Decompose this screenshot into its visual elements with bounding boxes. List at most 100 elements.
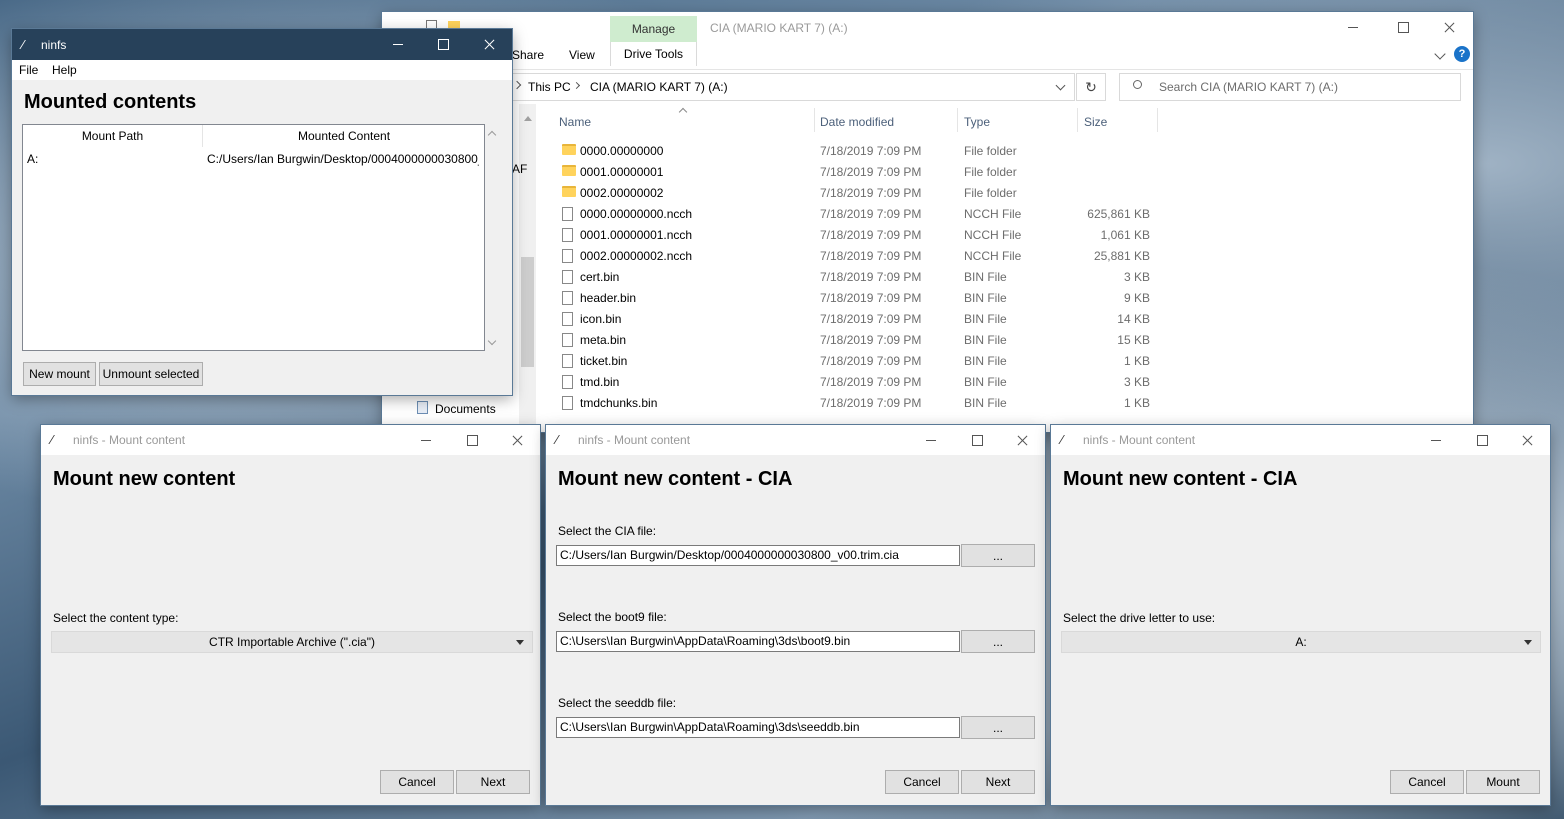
file-row[interactable]: tmdchunks.bin 7/18/2019 7:09 PM BIN File 1 … <box>555 392 1155 413</box>
mount3-title: ninfs - Mount content <box>1083 433 1196 447</box>
ribbon-tab-view[interactable]: View <box>569 48 595 62</box>
feather-icon: ⁄ <box>556 432 559 447</box>
explorer-close-button[interactable] <box>1426 12 1472 42</box>
nav-item-documents[interactable]: Documents <box>435 402 496 416</box>
content-type-select[interactable]: CTR Importable Archive (".cia") <box>51 631 533 653</box>
file-name: tmdchunks.bin <box>580 395 658 410</box>
menu-file[interactable]: File <box>19 63 38 77</box>
ribbon-manage-tab[interactable]: Manage <box>610 16 697 42</box>
ninfs-maximize-button[interactable] <box>420 29 466 60</box>
breadcrumb-this-pc[interactable]: This PC <box>528 80 571 94</box>
explorer-maximize-button[interactable] <box>1380 12 1426 42</box>
file-date: 7/18/2019 7:09 PM <box>820 143 922 158</box>
file-row[interactable]: 0001.00000001.ncch 7/18/2019 7:09 PM NCCH … <box>555 224 1155 245</box>
file-row[interactable]: header.bin 7/18/2019 7:09 PM BIN File 9 KB <box>555 287 1155 308</box>
help-icon[interactable]: ? <box>1454 46 1470 62</box>
column-header-date[interactable]: Date modified <box>820 115 894 129</box>
file-icon <box>562 396 573 410</box>
mount-row-path[interactable]: A: <box>27 152 38 166</box>
drive-letter-value: A: <box>1295 635 1307 649</box>
file-type: BIN File <box>964 269 1007 284</box>
file-row[interactable]: 0002.00000002.ncch 7/18/2019 7:09 PM NCCH … <box>555 245 1155 266</box>
mount1-next-button[interactable]: Next <box>456 770 530 794</box>
sort-ascending-icon <box>678 107 688 117</box>
mount-window-type: ⁄ ninfs - Mount content Mount new conten… <box>41 425 540 805</box>
ninfs-minimize-button[interactable] <box>375 29 421 60</box>
file-row[interactable]: 0001.00000001 7/18/2019 7:09 PM File folde… <box>555 161 1155 182</box>
cia-browse-button[interactable]: ... <box>961 544 1035 567</box>
mount1-close-button[interactable] <box>494 425 540 455</box>
file-row[interactable]: icon.bin 7/18/2019 7:09 PM BIN File 14 KB <box>555 308 1155 329</box>
refresh-button[interactable]: ↻ <box>1076 73 1106 101</box>
mount2-heading: Mount new content - CIA <box>558 468 793 490</box>
column-header-type[interactable]: Type <box>964 115 990 129</box>
file-row[interactable]: meta.bin 7/18/2019 7:09 PM BIN File 15 KB <box>555 329 1155 350</box>
mount3-cancel-button[interactable]: Cancel <box>1390 770 1464 794</box>
new-mount-button[interactable]: New mount <box>23 362 96 386</box>
file-row[interactable]: ticket.bin 7/18/2019 7:09 PM BIN File 1 KB <box>555 350 1155 371</box>
content-type-label: Select the content type: <box>53 611 179 625</box>
mount1-cancel-button[interactable]: Cancel <box>380 770 454 794</box>
file-row[interactable]: 0000.00000000 7/18/2019 7:09 PM File folde… <box>555 140 1155 161</box>
mount3-maximize-button[interactable] <box>1459 425 1505 455</box>
file-date: 7/18/2019 7:09 PM <box>820 185 922 200</box>
ribbon-expand-icon[interactable] <box>1434 48 1446 60</box>
explorer-title: CIA (MARIO KART 7) (A:) <box>710 21 848 35</box>
ribbon-tab-share[interactable]: Share <box>512 48 544 62</box>
cia-file-input[interactable]: C:/Users/Ian Burgwin/Desktop/00040000000… <box>556 545 960 566</box>
unmount-selected-button[interactable]: Unmount selected <box>99 362 203 386</box>
explorer-titlebar <box>382 12 1473 42</box>
file-icon <box>562 354 573 368</box>
ninfs-close-button[interactable] <box>466 29 512 60</box>
ninfs-title: ninfs <box>41 38 67 52</box>
nav-scroll-up-icon[interactable] <box>524 116 532 121</box>
file-type: BIN File <box>964 353 1007 368</box>
mount2-next-button[interactable]: Next <box>961 770 1035 794</box>
breadcrumb-drive[interactable]: CIA (MARIO KART 7) (A:) <box>590 80 728 94</box>
mount1-maximize-button[interactable] <box>449 425 495 455</box>
table-scrollbar[interactable] <box>485 124 502 351</box>
mount2-cancel-button[interactable]: Cancel <box>885 770 959 794</box>
file-row[interactable]: tmd.bin 7/18/2019 7:09 PM BIN File 3 KB <box>555 371 1155 392</box>
file-icon <box>562 249 573 263</box>
file-date: 7/18/2019 7:09 PM <box>820 206 922 221</box>
mount-window-drive: ⁄ ninfs - Mount content Mount new conten… <box>1051 425 1550 805</box>
nav-item-fragment[interactable]: AF <box>512 162 527 176</box>
drive-letter-select[interactable]: A: <box>1061 631 1541 653</box>
folder-icon <box>562 186 576 197</box>
explorer-minimize-button[interactable] <box>1330 12 1376 42</box>
file-name: meta.bin <box>580 332 627 347</box>
mount3-mount-button[interactable]: Mount <box>1466 770 1540 794</box>
seeddb-file-input[interactable]: C:\Users\Ian Burgwin\AppData\Roaming\3ds… <box>556 717 960 738</box>
seeddb-browse-button[interactable]: ... <box>961 716 1035 739</box>
column-header-mounted-content[interactable]: Mounted Content <box>204 125 484 147</box>
mount2-maximize-button[interactable] <box>954 425 1000 455</box>
file-name: 0001.00000001.ncch <box>580 227 693 242</box>
mount-row-content[interactable]: C:/Users/Ian Burgwin/Desktop/00040000000… <box>207 152 479 166</box>
boot9-file-input[interactable]: C:\Users\Ian Burgwin\AppData\Roaming\3ds… <box>556 631 960 652</box>
ribbon-tab-drive-tools[interactable]: Drive Tools <box>610 42 697 66</box>
mount3-close-button[interactable] <box>1504 425 1550 455</box>
cia-file-label: Select the CIA file: <box>558 524 657 538</box>
column-header-size[interactable]: Size <box>1084 115 1107 129</box>
file-row[interactable]: cert.bin 7/18/2019 7:09 PM BIN File 3 KB <box>555 266 1155 287</box>
file-size: 25,881 KB <box>1093 248 1150 263</box>
file-type: BIN File <box>964 332 1007 347</box>
mount1-minimize-button[interactable] <box>403 425 449 455</box>
file-row[interactable]: 0000.00000000.ncch 7/18/2019 7:09 PM NCCH … <box>555 203 1155 224</box>
file-name: 0001.00000001 <box>580 164 664 179</box>
file-row[interactable]: 0002.00000002 7/18/2019 7:09 PM File folde… <box>555 182 1155 203</box>
column-header-mount-path[interactable]: Mount Path <box>23 125 203 147</box>
menu-help[interactable]: Help <box>52 63 77 77</box>
file-size: 1 KB <box>1123 353 1150 368</box>
column-header-name[interactable]: Name <box>559 115 591 129</box>
nav-scroll-thumb[interactable] <box>521 257 534 367</box>
boot9-browse-button[interactable]: ... <box>961 630 1035 653</box>
mount3-minimize-button[interactable] <box>1413 425 1459 455</box>
mount2-close-button[interactable] <box>999 425 1045 455</box>
file-icon <box>562 312 573 326</box>
mount2-minimize-button[interactable] <box>908 425 954 455</box>
file-date: 7/18/2019 7:09 PM <box>820 311 922 326</box>
file-date: 7/18/2019 7:09 PM <box>820 164 922 179</box>
drive-letter-label: Select the drive letter to use: <box>1063 611 1216 625</box>
